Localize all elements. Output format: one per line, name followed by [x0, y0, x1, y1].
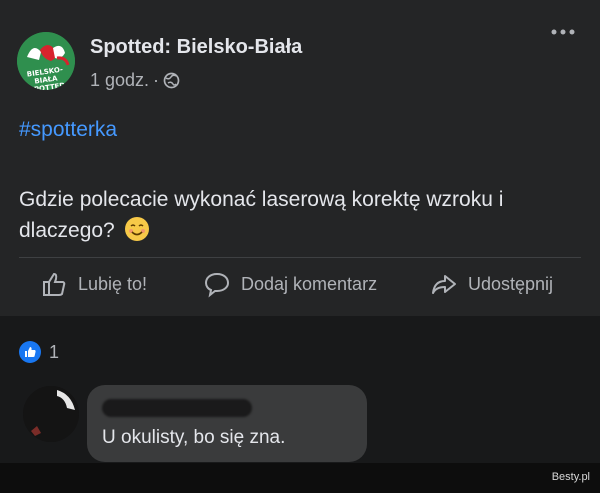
comment-button[interactable]: Dodaj komentarz	[203, 270, 377, 298]
share-button-label: Udostępnij	[468, 273, 554, 294]
reaction-count: 1	[49, 341, 60, 362]
post-body: Gdzie polecacie wykonać laserową korektę…	[19, 188, 504, 242]
post-time[interactable]: 1 godz.	[90, 70, 149, 91]
like-reaction-icon	[19, 341, 41, 363]
meta-separator: ·	[153, 70, 160, 90]
post-card: BIELSKO-BIAŁA SPOTTED Spotted: Bielsko-B…	[0, 0, 600, 316]
post-divider	[19, 257, 581, 258]
post-actions: Lubię to! Dodaj komentarz Udostępnij	[0, 270, 600, 310]
commenter-avatar-image	[23, 386, 79, 442]
watermark: Besty.pl	[551, 471, 590, 483]
like-button-label: Lubię to!	[78, 273, 148, 294]
more-icon[interactable]	[551, 28, 575, 36]
post-meta: 1 godz. ·	[90, 70, 180, 91]
comment-bubble: U okulisty, bo się zna.	[87, 385, 367, 462]
commenter-avatar[interactable]	[23, 386, 79, 442]
commenter-name-redacted	[102, 399, 252, 417]
like-button[interactable]: Lubię to!	[40, 270, 147, 298]
comment-icon	[204, 272, 230, 298]
post-hashtag[interactable]: #spotterka	[19, 118, 117, 142]
comment-button-label: Dodaj komentarz	[241, 273, 378, 294]
smiling-face-icon	[124, 217, 149, 241]
globe-icon	[163, 72, 180, 89]
reaction-summary[interactable]: 1	[19, 341, 59, 363]
post-author[interactable]: Spotted: Bielsko-Biała	[90, 36, 302, 59]
comment-text: U okulisty, bo się zna.	[102, 427, 286, 448]
footer-bar: Besty.pl	[0, 463, 600, 493]
share-icon	[432, 275, 456, 294]
post-text: Gdzie polecacie wykonać laserową korektę…	[19, 184, 579, 246]
page-avatar[interactable]: BIELSKO-BIAŁA SPOTTED	[17, 32, 75, 90]
thumbs-up-icon	[43, 272, 66, 296]
share-button[interactable]: Udostępnij	[430, 270, 553, 298]
